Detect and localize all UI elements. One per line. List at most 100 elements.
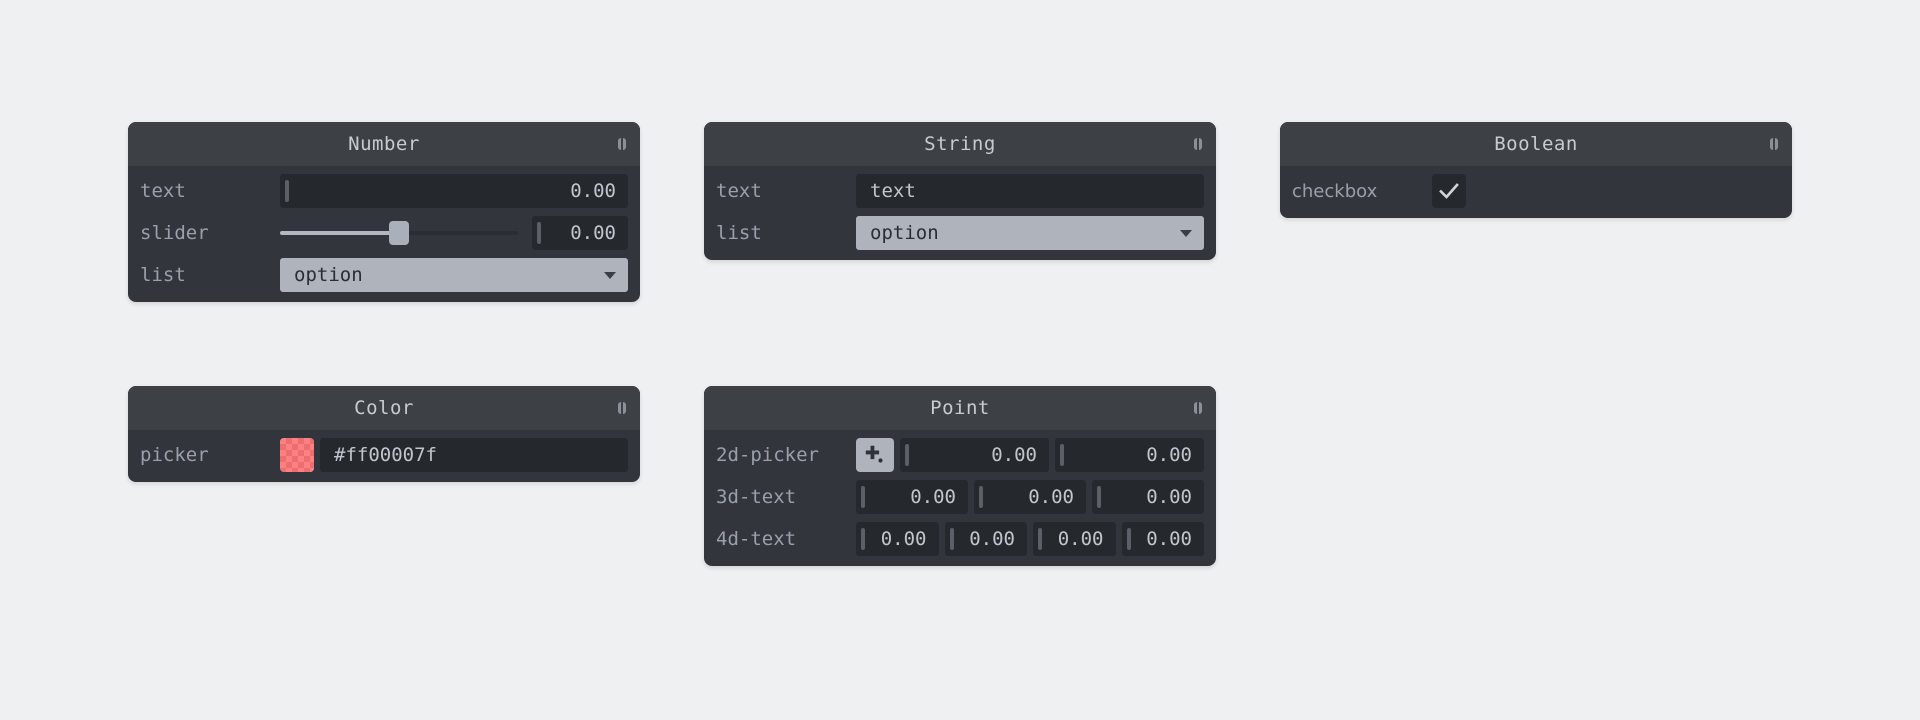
row-point-4d-text: 4d-text 0.00 0.00 0.00 0.00 [716, 522, 1204, 556]
panel-color: Color picker #ff00007f [128, 386, 640, 482]
point-2d-x-input[interactable]: 0.00 [900, 438, 1049, 472]
color-hex-input[interactable]: #ff00007f [320, 438, 628, 472]
drag-handle-icon[interactable] [949, 528, 954, 550]
panel-title: Boolean [1494, 133, 1578, 155]
row-number-list: list option [140, 258, 628, 292]
panel-title: Point [930, 397, 990, 419]
panel-boolean-header[interactable]: Boolean [1280, 122, 1792, 166]
string-list-dropdown[interactable]: option [856, 216, 1204, 250]
point-3d-x-input[interactable]: 0.00 [856, 480, 968, 514]
row-label: list [716, 222, 762, 244]
point-4d-x-value: 0.00 [880, 528, 927, 550]
grip-icon[interactable] [1770, 138, 1778, 150]
point-4d-w-value: 0.00 [1146, 528, 1192, 550]
row-label: slider [140, 222, 209, 244]
row-number-slider: slider 0.00 [140, 216, 628, 250]
row-control [1432, 174, 1780, 208]
drag-handle-icon[interactable] [537, 222, 541, 244]
row-label: text [716, 180, 762, 202]
point-4d-z-input[interactable]: 0.00 [1033, 522, 1116, 556]
row-control: 0.00 0.00 0.00 [856, 480, 1204, 514]
number-text-value: 0.00 [570, 180, 616, 202]
row-control: 0.00 0.00 [856, 438, 1204, 472]
point-3d-y-input[interactable]: 0.00 [974, 480, 1086, 514]
row-control: #ff00007f [280, 438, 628, 472]
panel-point: Point 2d-picker 0.00 0.00 3d-text 0.00 0… [704, 386, 1216, 566]
panel-string-body: text text list option [704, 166, 1216, 260]
row-control: 0.00 [280, 174, 628, 208]
panel-title: String [924, 133, 996, 155]
panel-title: Number [348, 133, 420, 155]
row-string-list: list option [716, 216, 1204, 250]
row-point-3d-text: 3d-text 0.00 0.00 0.00 [716, 480, 1204, 514]
panel-number-body: text 0.00 slider 0.00 list option [128, 166, 640, 302]
grip-icon[interactable] [1194, 138, 1202, 150]
row-label: text [140, 180, 186, 202]
number-text-input[interactable]: 0.00 [280, 174, 628, 208]
boolean-checkbox[interactable] [1432, 174, 1466, 208]
color-swatch-overlay [280, 438, 314, 472]
drag-handle-icon[interactable] [861, 528, 865, 550]
drag-handle-icon[interactable] [905, 444, 909, 466]
color-swatch[interactable] [280, 438, 314, 472]
number-list-dropdown[interactable]: option [280, 258, 628, 292]
point-3d-z-value: 0.00 [1146, 486, 1192, 508]
point-picker-icon [865, 445, 883, 463]
row-boolean-checkbox: checkbox [1292, 174, 1780, 208]
chevron-down-icon [604, 271, 616, 279]
row-color-picker: picker #ff00007f [140, 438, 628, 472]
point-4d-y-input[interactable]: 0.00 [944, 522, 1027, 556]
point-4d-w-input[interactable]: 0.00 [1121, 522, 1204, 556]
drag-handle-icon[interactable] [979, 486, 983, 508]
point-4d-x-input[interactable]: 0.00 [856, 522, 939, 556]
point-4d-z-value: 0.00 [1057, 528, 1104, 550]
grip-icon[interactable] [618, 402, 626, 414]
row-label: 4d-text [716, 528, 797, 550]
dropdown-selected-value: option [294, 264, 363, 286]
drag-handle-icon[interactable] [861, 486, 865, 508]
point-3d-y-value: 0.00 [1028, 486, 1074, 508]
panel-number-header[interactable]: Number [128, 122, 640, 166]
check-icon [1439, 183, 1459, 199]
row-label: picker [140, 444, 209, 466]
panel-boolean: Boolean checkbox [1280, 122, 1792, 218]
row-label: 2d-picker [716, 444, 819, 466]
drag-handle-icon[interactable] [1038, 528, 1042, 550]
number-slider[interactable] [280, 216, 518, 250]
row-control: text [856, 174, 1204, 208]
dropdown-selected-value: option [870, 222, 939, 244]
row-number-text: text 0.00 [140, 174, 628, 208]
string-text-input[interactable]: text [856, 174, 1204, 208]
slider-fill [280, 231, 399, 235]
drag-handle-icon[interactable] [285, 180, 289, 202]
number-slider-value: 0.00 [570, 222, 616, 244]
row-control: option [280, 258, 628, 292]
drag-handle-icon[interactable] [1060, 444, 1064, 466]
point-3d-z-input[interactable]: 0.00 [1092, 480, 1204, 514]
point-2d-y-value: 0.00 [1146, 444, 1192, 466]
panel-color-header[interactable]: Color [128, 386, 640, 430]
panel-string: String text text list option [704, 122, 1216, 260]
grip-icon[interactable] [1194, 402, 1202, 414]
panel-point-header[interactable]: Point [704, 386, 1216, 430]
row-control: option [856, 216, 1204, 250]
point-picker-button[interactable] [856, 438, 894, 472]
grip-icon[interactable] [618, 138, 626, 150]
point-4d-y-value: 0.00 [969, 528, 1015, 550]
panel-boolean-body: checkbox [1280, 166, 1792, 218]
slider-thumb[interactable] [389, 221, 409, 245]
row-string-text: text text [716, 174, 1204, 208]
drag-handle-icon[interactable] [1097, 486, 1101, 508]
point-2d-x-value: 0.00 [991, 444, 1037, 466]
row-point-2d-picker: 2d-picker 0.00 0.00 [716, 438, 1204, 472]
row-label: list [140, 264, 186, 286]
chevron-down-icon [1180, 229, 1192, 237]
row-label: 3d-text [716, 486, 797, 508]
panel-title: Color [354, 397, 414, 419]
panel-string-header[interactable]: String [704, 122, 1216, 166]
panel-point-body: 2d-picker 0.00 0.00 3d-text 0.00 0.00 0.… [704, 430, 1216, 566]
number-slider-input[interactable]: 0.00 [532, 216, 628, 250]
color-hex-value: #ff00007f [334, 444, 437, 466]
point-2d-y-input[interactable]: 0.00 [1055, 438, 1204, 472]
drag-handle-icon[interactable] [1126, 528, 1131, 550]
